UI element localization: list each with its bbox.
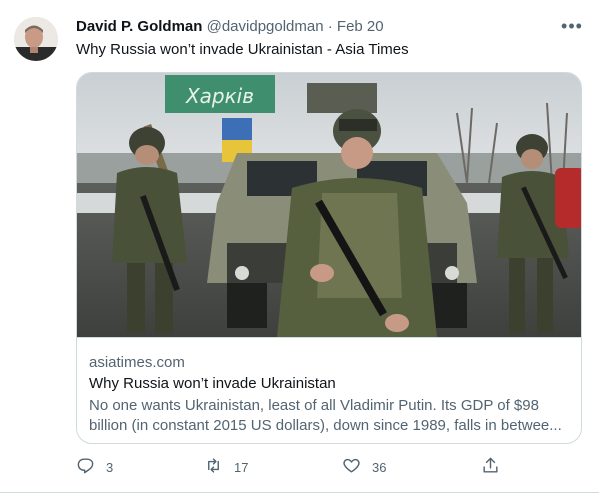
author-name[interactable]: David P. Goldman bbox=[76, 18, 202, 35]
card-description: No one wants Ukrainistan, least of all V… bbox=[89, 397, 562, 434]
sign-text: Харків bbox=[185, 84, 254, 108]
card-image: Харків bbox=[77, 73, 581, 337]
retweet-count: 17 bbox=[234, 459, 249, 475]
avatar[interactable] bbox=[14, 17, 58, 61]
tweet-text: Why Russia won’t invade Ukrainistan - As… bbox=[76, 41, 409, 58]
tweet-header: David P. Goldman @davidpgoldman · Feb 20 bbox=[76, 17, 384, 37]
retweet-button[interactable]: 17 bbox=[204, 455, 248, 479]
card-title: Why Russia won’t invade Ukrainistan bbox=[89, 375, 336, 392]
reply-icon bbox=[76, 456, 95, 478]
separator-dot: · bbox=[327, 18, 333, 35]
share-icon bbox=[481, 456, 500, 478]
reply-count: 3 bbox=[106, 459, 114, 475]
share-button[interactable] bbox=[481, 455, 500, 479]
retweet-icon bbox=[204, 456, 223, 478]
action-bar: 3 17 36 bbox=[76, 455, 516, 479]
link-card[interactable]: Харків asiatimes.com Why Russia won’t in… bbox=[76, 72, 582, 444]
reply-button[interactable]: 3 bbox=[76, 455, 113, 479]
like-count: 36 bbox=[372, 459, 387, 475]
author-handle[interactable]: @davidpgoldman bbox=[207, 18, 324, 35]
card-domain: asiatimes.com bbox=[89, 354, 185, 371]
card-body: asiatimes.com Why Russia won’t invade Uk… bbox=[77, 337, 581, 443]
tweet-date[interactable]: Feb 20 bbox=[337, 18, 384, 35]
tweet[interactable]: David P. Goldman @davidpgoldman · Feb 20… bbox=[0, 0, 599, 493]
like-button[interactable]: 36 bbox=[342, 455, 386, 479]
heart-icon bbox=[342, 456, 361, 478]
more-icon[interactable]: ••• bbox=[560, 16, 584, 40]
